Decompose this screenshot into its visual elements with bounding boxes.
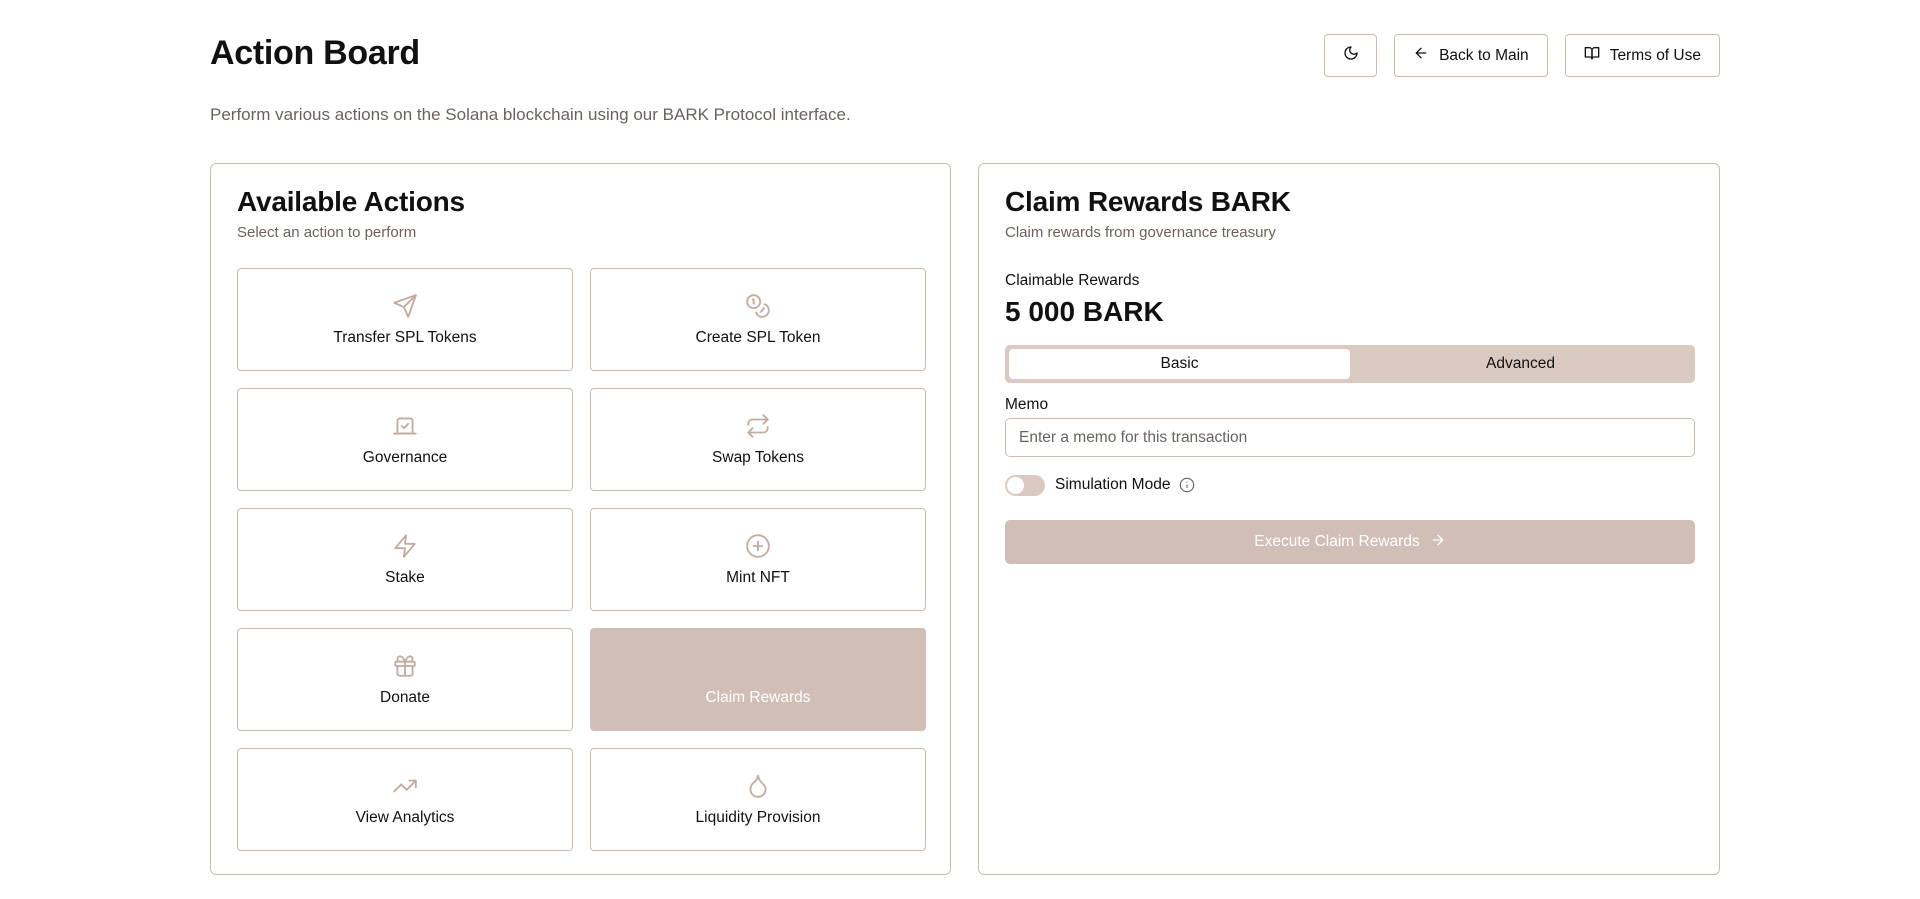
tab-advanced[interactable]: Advanced (1350, 349, 1691, 379)
trending-up-icon (392, 773, 418, 799)
action-mint-nft[interactable]: Mint NFT (590, 508, 926, 611)
droplet-icon (745, 773, 771, 799)
claimable-rewards-amount: 5 000 BARK (1005, 296, 1164, 327)
action-create-spl-token[interactable]: Create SPL Token (590, 268, 926, 371)
mode-tabs: Basic Advanced (1005, 345, 1695, 383)
plus-circle-icon (745, 533, 771, 559)
action-label: Donate (380, 688, 430, 706)
zap-icon (392, 533, 418, 559)
simulation-mode-label: Simulation Mode (1055, 476, 1171, 493)
action-liquidity-provision[interactable]: Liquidity Provision (590, 748, 926, 851)
back-to-main-label: Back to Main (1439, 46, 1529, 64)
memo-label: Memo (1005, 396, 1049, 413)
moon-icon (1343, 45, 1359, 66)
send-icon (392, 293, 418, 319)
action-swap-tokens[interactable]: Swap Tokens (590, 388, 926, 491)
claim-rewards-card: Claim Rewards BARK Claim rewards from go… (978, 163, 1720, 875)
action-stake[interactable]: Stake (237, 508, 573, 611)
simulation-mode-toggle[interactable] (1005, 474, 1045, 496)
action-label: Governance (362, 448, 448, 466)
page-description: Perform various actions on the Solana bl… (210, 105, 851, 124)
action-label: Create SPL Token (695, 328, 821, 346)
arrow-right-icon (1430, 532, 1446, 553)
toggle-knob (1007, 476, 1024, 494)
gift-icon (392, 653, 418, 679)
action-label: Swap Tokens (712, 448, 804, 466)
book-open-icon (1584, 45, 1600, 66)
vote-icon (392, 413, 418, 439)
action-governance[interactable]: Governance (237, 388, 573, 491)
action-label: View Analytics (355, 808, 455, 826)
tab-basic[interactable]: Basic (1009, 349, 1350, 379)
action-view-analytics[interactable]: View Analytics (237, 748, 573, 851)
simulation-mode-row: Simulation Mode (1005, 474, 1195, 496)
action-label: Liquidity Provision (695, 808, 821, 826)
header-actions: Back to Main Terms of Use (1324, 34, 1720, 77)
action-donate[interactable]: Donate (237, 628, 573, 731)
available-actions-card: Available Actions Select an action to pe… (210, 163, 951, 875)
award-icon (745, 653, 771, 679)
swap-icon (745, 413, 771, 439)
memo-input[interactable] (1005, 418, 1695, 457)
claim-rewards-title: Claim Rewards BARK (1005, 186, 1291, 217)
action-label: Mint NFT (726, 568, 790, 586)
terms-of-use-button[interactable]: Terms of Use (1564, 34, 1720, 77)
claim-rewards-subtitle: Claim rewards from governance treasury (1005, 224, 1276, 241)
terms-of-use-label: Terms of Use (1609, 46, 1701, 64)
back-to-main-button[interactable]: Back to Main (1394, 34, 1548, 77)
execute-claim-rewards-button[interactable]: Execute Claim Rewards (1005, 520, 1695, 564)
action-label: Stake (385, 568, 425, 586)
execute-label: Execute Claim Rewards (1254, 533, 1420, 550)
action-claim-rewards[interactable]: Claim Rewards (590, 628, 926, 731)
arrow-left-icon (1413, 45, 1429, 66)
actions-grid: Transfer SPL Tokens Create SPL Token Gov… (237, 268, 926, 851)
theme-toggle-button[interactable] (1324, 34, 1378, 77)
available-actions-title: Available Actions (237, 186, 465, 217)
page-title: Action Board (210, 34, 420, 72)
action-label: Transfer SPL Tokens (333, 328, 477, 346)
info-icon[interactable] (1179, 477, 1195, 493)
coins-icon (745, 293, 771, 319)
claimable-rewards-label: Claimable Rewards (1005, 272, 1140, 289)
available-actions-subtitle: Select an action to perform (237, 224, 417, 241)
action-label: Claim Rewards (705, 688, 811, 706)
action-transfer-spl-tokens[interactable]: Transfer SPL Tokens (237, 268, 573, 371)
